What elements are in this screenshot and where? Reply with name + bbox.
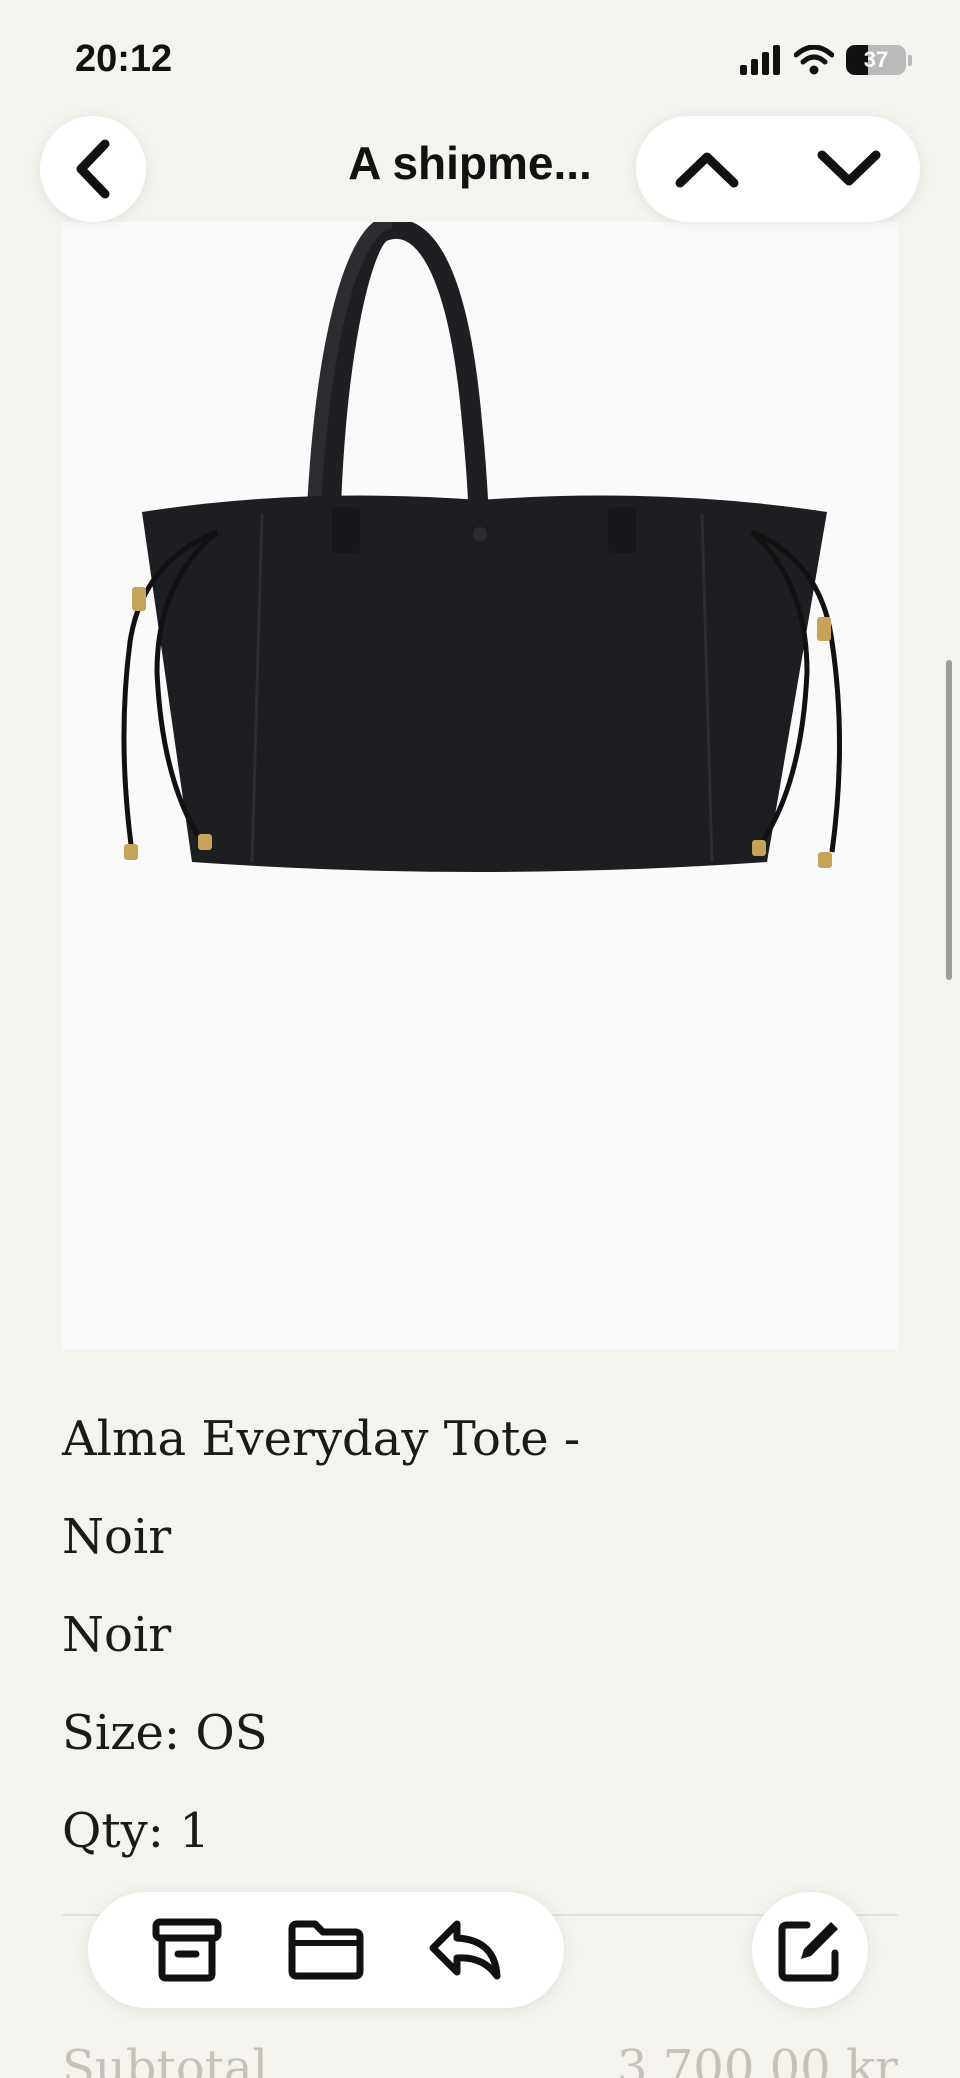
next-message-button[interactable] — [794, 119, 904, 219]
reply-button[interactable] — [410, 1900, 520, 2000]
previous-message-button[interactable] — [652, 119, 762, 219]
status-time: 20:12 — [75, 38, 173, 80]
product-image[interactable] — [62, 215, 898, 1350]
product-qty: Qty: 1 — [62, 1803, 210, 1859]
product-size: Size: OS — [62, 1705, 268, 1761]
status-bar: 20:12 37 — [0, 0, 960, 110]
compose-icon — [778, 1921, 839, 1982]
archive-button[interactable] — [132, 1900, 242, 2000]
status-icons: 37 — [740, 42, 912, 78]
battery-icon: 37 — [846, 45, 906, 75]
product-details: Alma Everyday Tote - Noir Noir Size: OS … — [62, 1390, 898, 1880]
wifi-icon — [794, 45, 834, 75]
folder-icon — [288, 1920, 364, 1980]
message-toolbar — [88, 1892, 564, 2008]
battery-level: 37 — [863, 47, 889, 72]
product-color: Noir — [62, 1607, 172, 1663]
battery-cap — [908, 54, 912, 66]
scrollbar[interactable] — [946, 660, 952, 980]
archive-icon — [152, 1918, 222, 1982]
product-name-line1: Alma Everyday Tote - — [62, 1411, 581, 1467]
chevron-up-icon — [675, 152, 739, 188]
product-name-line2: Noir — [62, 1509, 172, 1565]
subtotal-label: Subtotal — [62, 2040, 268, 2078]
back-button[interactable] — [40, 116, 146, 222]
tote-bag-image — [121, 215, 842, 872]
mail-message-screen: 20:12 37 A shipme... Alma Everyday Tote … — [0, 0, 960, 2078]
message-subject-title: A shipme... — [348, 137, 592, 189]
subtotal-row: Subtotal 3,700.00 kr — [62, 2040, 898, 2078]
move-to-folder-button[interactable] — [271, 1900, 381, 2000]
subtotal-value: 3,700.00 kr — [616, 2040, 898, 2078]
compose-button[interactable] — [752, 1892, 868, 2008]
back-icon — [76, 139, 110, 199]
reply-icon — [429, 1920, 501, 1980]
signal-icon — [740, 45, 780, 75]
message-navigation — [636, 116, 920, 222]
chevron-down-icon — [817, 150, 881, 186]
